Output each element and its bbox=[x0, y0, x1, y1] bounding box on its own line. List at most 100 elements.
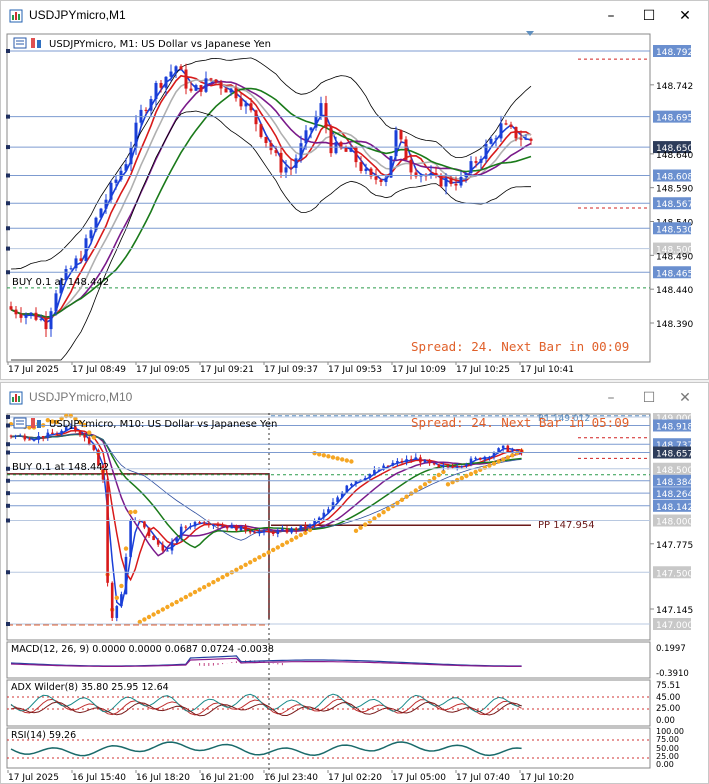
minimize-button[interactable]: – bbox=[601, 7, 621, 25]
parabolic-sar-dot bbox=[496, 459, 501, 464]
level-marker bbox=[6, 518, 10, 523]
time-axis-label: 16 Jul 23:40 bbox=[264, 773, 318, 783]
maximize-button[interactable]: ☐ bbox=[639, 389, 659, 407]
candle-body bbox=[309, 127, 313, 131]
parabolic-sar-dot bbox=[386, 506, 391, 512]
parabolic-sar-dot bbox=[340, 457, 345, 462]
candle-body bbox=[154, 82, 158, 100]
candle-body bbox=[529, 138, 533, 141]
candle-body bbox=[444, 177, 448, 187]
candle-body bbox=[184, 69, 188, 89]
candle-body bbox=[289, 167, 293, 169]
candle-body bbox=[253, 532, 257, 534]
candle-body bbox=[60, 430, 63, 435]
candle-body bbox=[216, 524, 220, 526]
parabolic-sar-dot bbox=[137, 619, 142, 625]
candle-body bbox=[479, 158, 483, 163]
candle-body bbox=[492, 452, 496, 457]
candle-body bbox=[384, 177, 388, 183]
buy-position-label: BUY 0.1 at 148.442 bbox=[12, 462, 109, 473]
candle-body bbox=[469, 458, 473, 465]
spread-timer-label: Spread: 24. Next Bar in 05:09 bbox=[411, 415, 629, 430]
candle-body bbox=[244, 103, 248, 107]
parabolic-sar-dot bbox=[197, 587, 202, 592]
candle-body bbox=[364, 168, 368, 171]
chart-type-icon bbox=[31, 418, 35, 428]
candle-body bbox=[89, 230, 93, 239]
candle-body bbox=[199, 85, 203, 92]
candle-body bbox=[439, 174, 443, 187]
price-tag-label: 148.567 bbox=[656, 200, 693, 210]
level-marker bbox=[6, 503, 10, 508]
time-axis-label: 16 Jul 15:40 bbox=[72, 773, 126, 783]
parabolic-sar-dot bbox=[261, 552, 267, 558]
parabolic-sar-dot bbox=[243, 562, 248, 567]
candle-body bbox=[354, 480, 358, 484]
candle-body bbox=[349, 147, 353, 152]
minimize-button[interactable]: – bbox=[601, 389, 621, 407]
one-click-trading-icon[interactable] bbox=[13, 417, 27, 429]
candle-body bbox=[169, 71, 173, 77]
parabolic-sar-dot bbox=[289, 537, 294, 543]
price-tag-label: 148.657 bbox=[656, 450, 693, 460]
candle-body bbox=[147, 527, 151, 537]
parabolic-sar-dot bbox=[358, 525, 363, 530]
candle-body bbox=[484, 143, 488, 159]
candle-body bbox=[156, 540, 160, 545]
candle-body bbox=[134, 122, 138, 148]
parabolic-sar-dot bbox=[114, 595, 120, 600]
candle-body bbox=[170, 541, 174, 551]
maximize-button[interactable]: ☐ bbox=[639, 7, 659, 25]
parabolic-sar-dot bbox=[165, 604, 170, 610]
parabolic-sar-dot bbox=[395, 500, 400, 506]
time-axis-label: 17 Jul 05:00 bbox=[392, 773, 446, 783]
level-marker bbox=[6, 226, 10, 231]
rsi-label: RSI(14) 59.26 bbox=[11, 730, 76, 741]
candle-body bbox=[409, 459, 413, 461]
chart-window-m1[interactable]: USDJPYmicro,M1 – ☐ ✕ 148.792 148.742 148.6… bbox=[0, 0, 709, 380]
candle-body bbox=[99, 208, 103, 218]
chart-plot-area[interactable] bbox=[6, 33, 651, 363]
candle-body bbox=[423, 460, 427, 463]
candle-body bbox=[285, 528, 289, 533]
candle-body bbox=[294, 528, 298, 531]
candle-body bbox=[114, 179, 118, 183]
time-axis-label: 17 Jul 09:21 bbox=[200, 365, 254, 375]
window-titlebar[interactable]: USDJPYmicro,M10 – ☐ ✕ bbox=[1, 383, 708, 413]
candle-body bbox=[258, 531, 261, 534]
parabolic-sar-dot bbox=[133, 509, 138, 514]
candle-body bbox=[304, 525, 307, 528]
window-title: USDJPYmicro,M10 bbox=[29, 390, 133, 404]
price-chart-m10[interactable]: 149.000148.918148.737148.657148.500148.3… bbox=[1, 413, 708, 783]
candle-body bbox=[235, 525, 238, 531]
candle-body bbox=[428, 460, 431, 464]
parabolic-sar-dot bbox=[234, 567, 239, 572]
chart-info-label: USDJPYmicro, M10: US Dollar vs Japanese … bbox=[49, 419, 277, 430]
chart-window-m10[interactable]: USDJPYmicro,M10 – ☐ ✕ 149.000 148.918 148.… bbox=[0, 382, 709, 784]
parabolic-sar-dot bbox=[91, 435, 97, 440]
window-titlebar[interactable]: USDJPYmicro,M1 – ☐ ✕ bbox=[1, 1, 708, 31]
candle-body bbox=[189, 88, 193, 91]
candle-body bbox=[515, 450, 519, 452]
candle-body bbox=[474, 457, 477, 459]
candle-body bbox=[514, 126, 518, 139]
time-axis-label: 17 Jul 09:53 bbox=[328, 365, 382, 375]
parabolic-sar-dot bbox=[156, 609, 161, 615]
parabolic-sar-dot bbox=[335, 456, 340, 461]
parabolic-sar-dot bbox=[459, 475, 464, 481]
level-marker bbox=[6, 570, 10, 575]
candle-body bbox=[442, 465, 445, 468]
close-button[interactable]: ✕ bbox=[675, 389, 695, 407]
time-axis-label: 17 Jul 2025 bbox=[8, 773, 59, 783]
price-chart-m1[interactable]: 148.792148.742148.695148.650148.640148.6… bbox=[1, 31, 708, 379]
candle-body bbox=[409, 159, 413, 173]
candle-body bbox=[319, 103, 323, 116]
candle-body bbox=[419, 457, 422, 463]
candle-body bbox=[109, 182, 113, 200]
candle-body bbox=[449, 177, 453, 184]
close-button[interactable]: ✕ bbox=[675, 7, 695, 25]
one-click-trading-icon[interactable] bbox=[13, 37, 27, 49]
candle-body bbox=[511, 450, 514, 452]
candle-body bbox=[344, 148, 348, 152]
candle-body bbox=[55, 434, 59, 436]
